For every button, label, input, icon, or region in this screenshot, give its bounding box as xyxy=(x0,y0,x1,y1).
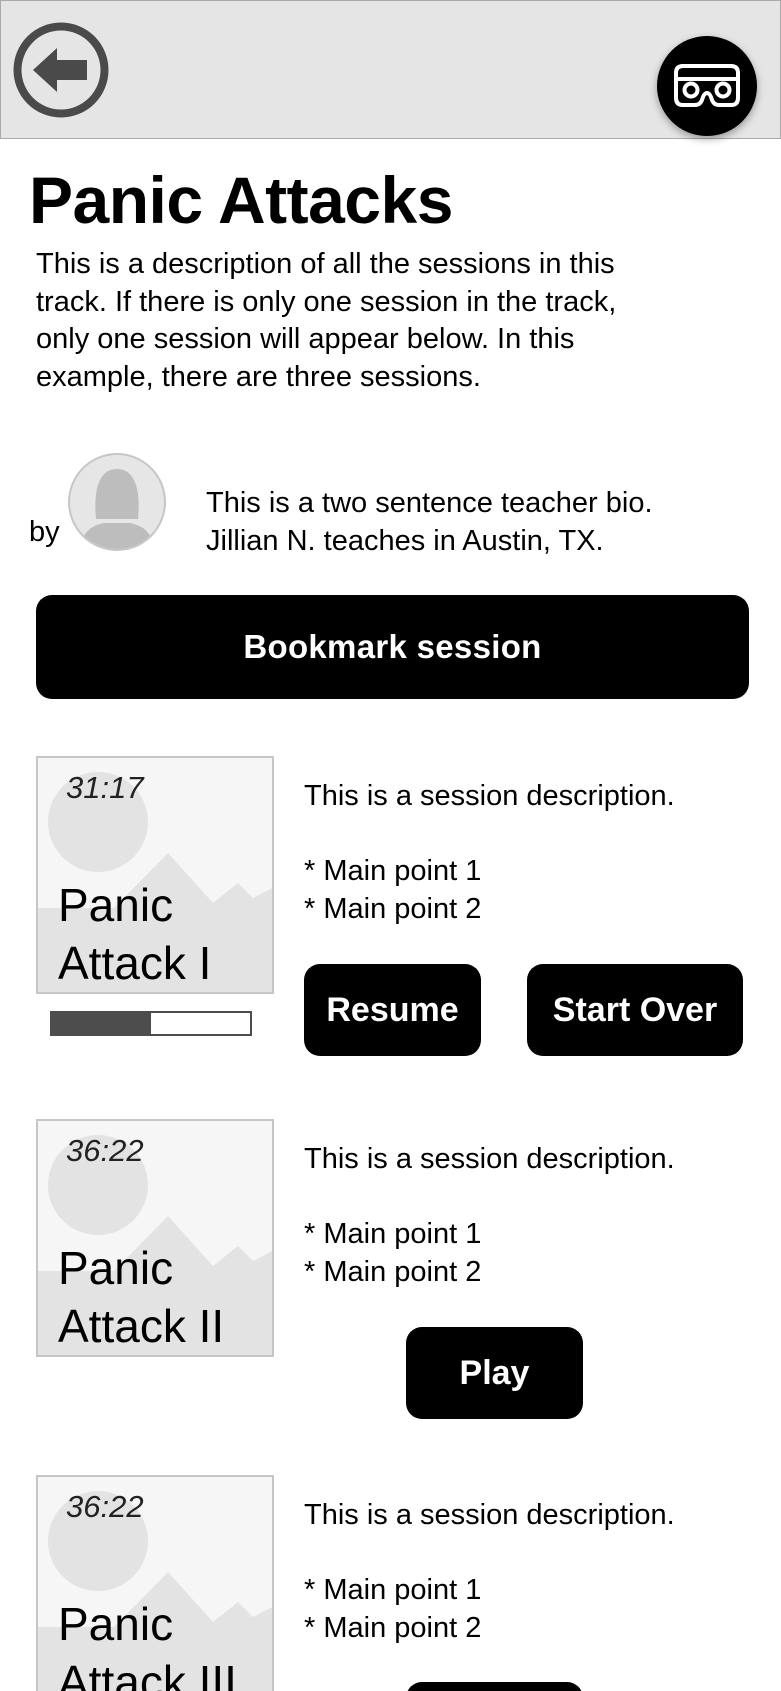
session-duration: 36:22 xyxy=(66,1489,144,1524)
by-label: by xyxy=(29,516,60,548)
session-title-line: Attack II xyxy=(58,1300,225,1352)
session-thumbnail[interactable]: 31:17 Panic Attack I xyxy=(36,756,274,994)
session-point: * Main point 2 xyxy=(304,1611,482,1644)
session-points: * Main point 1 * Main point 2 xyxy=(304,1216,481,1291)
session-card: 36:22 Panic Attack III This is a session… xyxy=(36,1475,756,1691)
session-title-line: Panic xyxy=(58,1598,174,1650)
session-progress-bar xyxy=(50,1011,252,1036)
back-button[interactable] xyxy=(13,22,109,118)
session-title: Panic Attack III xyxy=(58,1595,237,1691)
teacher-avatar[interactable] xyxy=(68,453,166,551)
session-point: * Main point 1 xyxy=(304,855,482,887)
session-duration: 31:17 xyxy=(66,770,144,805)
play-button[interactable] xyxy=(406,1682,583,1691)
play-button[interactable]: Play xyxy=(406,1327,583,1419)
session-title-line: Panic xyxy=(58,879,174,931)
session-thumbnail[interactable]: 36:22 Panic Attack II xyxy=(36,1119,274,1357)
session-thumbnail[interactable]: 36:22 Panic Attack III xyxy=(36,1475,274,1691)
vr-mode-button[interactable] xyxy=(657,36,757,136)
session-progress-fill xyxy=(52,1013,151,1034)
teacher-bio-line: This is a two sentence teacher bio. xyxy=(206,487,653,519)
session-title-line: Panic xyxy=(58,1242,174,1294)
top-bar xyxy=(0,0,781,139)
session-title: Panic Attack I xyxy=(58,876,211,992)
session-title-line: Attack I xyxy=(58,937,212,989)
session-description: This is a session description. xyxy=(304,1499,675,1531)
session-duration: 36:22 xyxy=(66,1133,144,1168)
session-title: Panic Attack II xyxy=(58,1239,224,1355)
teacher-bio-line: Jillian N. teaches in Austin, TX. xyxy=(206,525,604,557)
teacher-bio: This is a two sentence teacher bio. Jill… xyxy=(206,484,766,560)
session-point: * Main point 1 xyxy=(304,1574,482,1606)
session-point: * Main point 2 xyxy=(304,1255,482,1288)
track-description: This is a description of all the session… xyxy=(36,248,617,393)
resume-button[interactable]: Resume xyxy=(304,964,481,1056)
page-title: Panic Attacks xyxy=(29,163,453,237)
session-card: 31:17 Panic Attack I This is a session d… xyxy=(36,756,756,1056)
session-points: * Main point 1 * Main point 2 xyxy=(304,853,481,928)
session-description: This is a session description. xyxy=(304,780,675,812)
bookmark-session-button[interactable]: Bookmark session xyxy=(36,595,749,699)
session-description: This is a session description. xyxy=(304,1143,675,1175)
session-title-line: Attack III xyxy=(58,1656,237,1691)
vr-headset-icon xyxy=(674,64,740,107)
person-silhouette-icon xyxy=(80,469,154,549)
back-arrow-icon xyxy=(13,22,109,118)
session-card: 36:22 Panic Attack II This is a session … xyxy=(36,1119,756,1419)
start-over-button[interactable]: Start Over xyxy=(527,964,743,1056)
session-point: * Main point 2 xyxy=(304,892,482,925)
session-point: * Main point 1 xyxy=(304,1218,482,1250)
session-points: * Main point 1 * Main point 2 xyxy=(304,1572,481,1647)
